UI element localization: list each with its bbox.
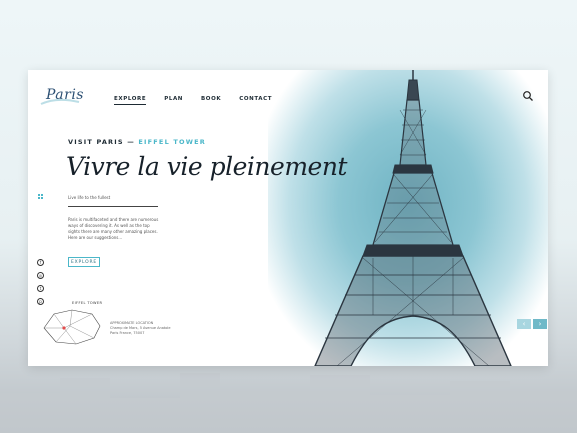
hero-headline: Vivre la vie pleinement xyxy=(66,152,347,181)
prev-arrow-icon[interactable]: ‹ xyxy=(517,319,531,329)
map-address: APPROXIMATE LOCATION Champ de Mars, 5 Av… xyxy=(110,321,171,335)
next-arrow-icon[interactable]: › xyxy=(533,319,547,329)
pinterest-icon[interactable]: p xyxy=(37,298,44,305)
twitter-icon[interactable]: t xyxy=(37,285,44,292)
grid-icon[interactable] xyxy=(38,194,43,199)
search-icon[interactable] xyxy=(522,90,534,102)
eiffel-tower-image xyxy=(314,70,512,366)
nav-plan[interactable]: PLAN xyxy=(164,96,183,105)
hero-tagline: Live life to the fullest xyxy=(68,195,111,200)
website-card: Paris EXPLORE PLAN BOOK CONTACT VISIT PA… xyxy=(28,70,548,366)
main-nav: EXPLORE PLAN BOOK CONTACT xyxy=(114,96,272,105)
facebook-icon[interactable]: f xyxy=(37,259,44,266)
location-map[interactable] xyxy=(40,306,104,346)
social-links: f ◎ t p xyxy=(37,259,44,305)
logo-brush-stroke xyxy=(40,98,80,105)
nav-explore[interactable]: EXPLORE xyxy=(114,96,147,105)
nav-contact[interactable]: CONTACT xyxy=(239,96,272,105)
kicker-accent: EIFFEL TOWER xyxy=(138,138,206,146)
hero-kicker: VISIT PARIS — EIFFEL TOWER xyxy=(68,138,206,146)
slider-arrows: ‹ › xyxy=(517,319,547,329)
divider xyxy=(68,206,158,207)
hero-paragraph: Paris is multifaceted and there are nume… xyxy=(68,217,159,240)
instagram-icon[interactable]: ◎ xyxy=(37,272,44,279)
kicker-prefix: VISIT PARIS — xyxy=(68,138,135,146)
explore-button[interactable]: EXPLORE xyxy=(68,257,100,267)
map-label: EIFFEL TOWER xyxy=(72,301,103,305)
nav-book[interactable]: BOOK xyxy=(201,96,221,105)
